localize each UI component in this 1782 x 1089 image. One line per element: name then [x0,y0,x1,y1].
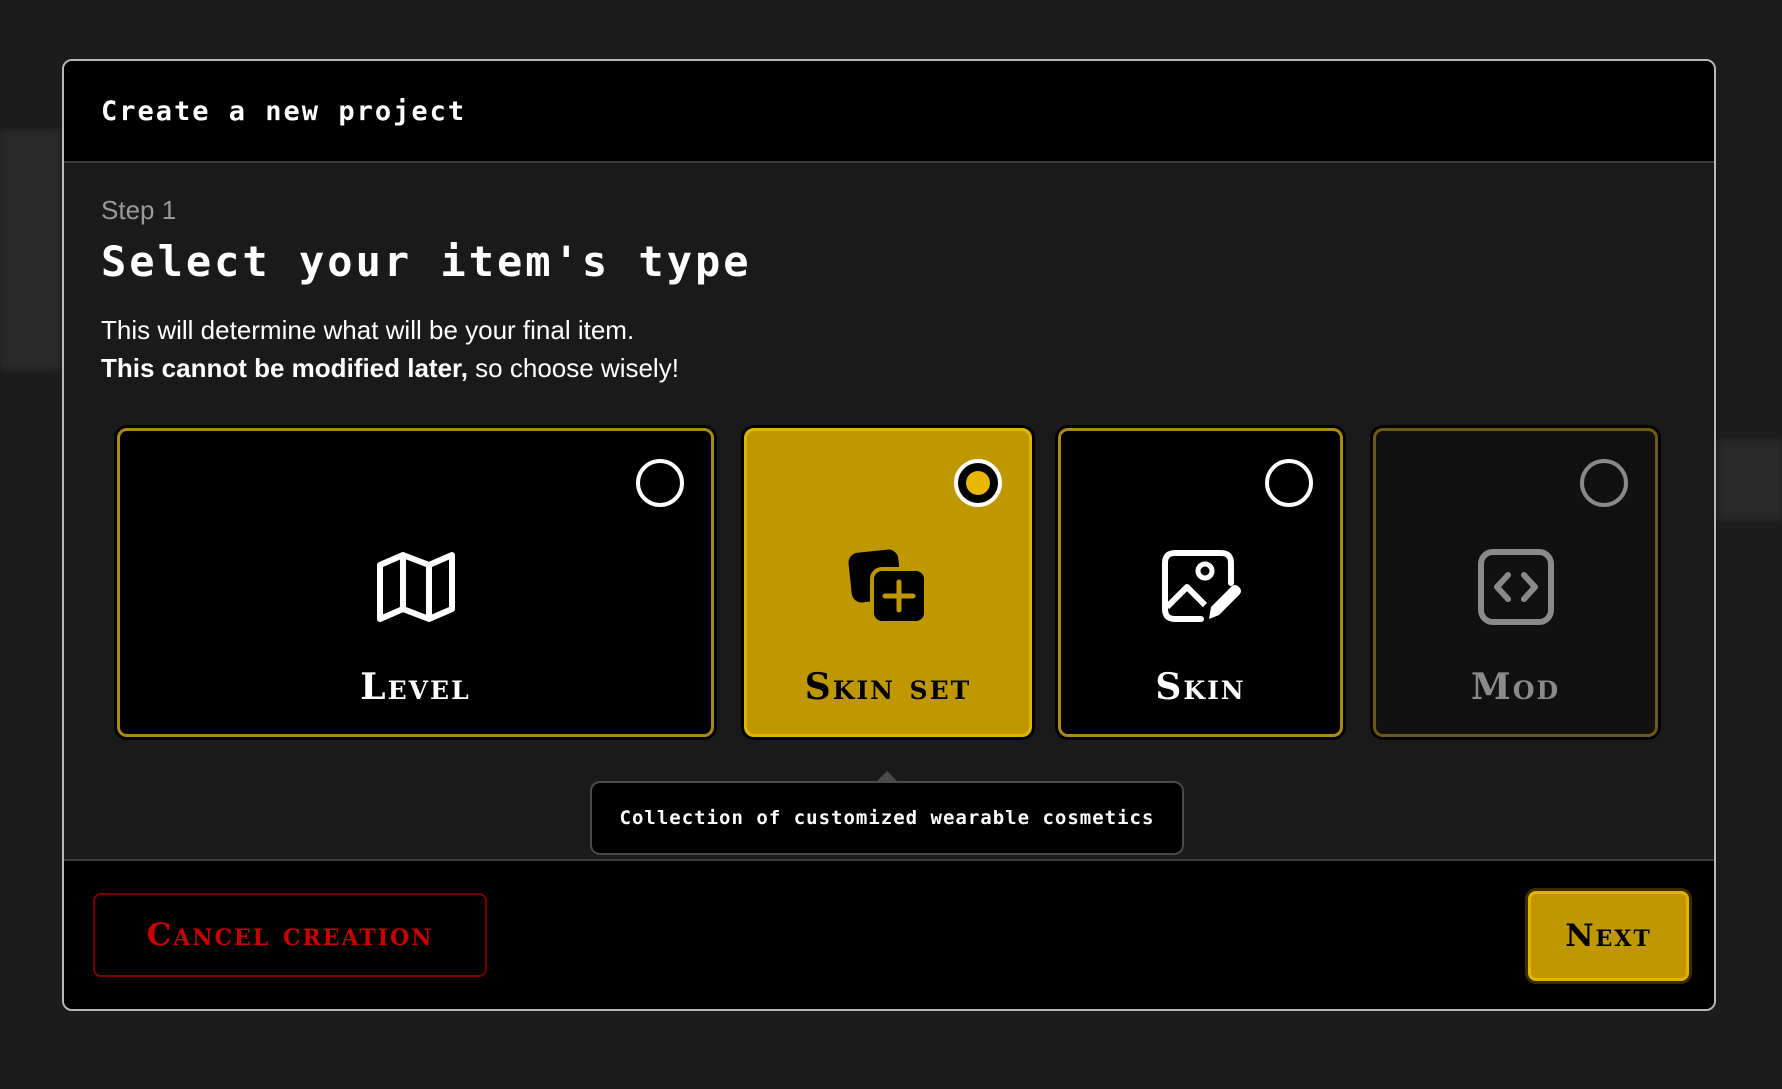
cancel-creation-button[interactable]: Cancel creation [93,893,487,977]
dialog-title: Create a new project [101,95,467,127]
description-warning: This cannot be modified later, so choose… [101,349,679,387]
card-label: Level [360,666,471,708]
card-label: Skin [1155,666,1246,708]
background-panel [1718,440,1782,520]
description: This will determine what will be your fi… [101,311,679,387]
image-edit-icon [1161,550,1241,622]
item-type-card-skin[interactable]: Skin [1058,428,1343,737]
dialog-footer: Cancel creation Next [64,859,1714,1009]
dialog-body: Step 1 Select your item's type This will… [64,163,1714,861]
background-panel [0,130,60,370]
map-icon [376,552,455,622]
tooltip-text: Collection of customized wearable cosmet… [619,807,1155,829]
add-layers-icon [848,549,928,625]
radio-button[interactable] [636,459,684,507]
warning-bold-text: This cannot be modified later, [101,353,468,383]
item-type-card-level[interactable]: Level [117,428,714,737]
item-type-card-mod[interactable]: Mod [1373,428,1658,737]
next-button[interactable]: Next [1528,891,1689,981]
page-title: Select your item's type [101,237,752,286]
radio-button[interactable] [1265,459,1313,507]
description-line: This will determine what will be your fi… [101,315,635,345]
warning-rest-text: so choose wisely! [467,353,679,383]
radio-button-disabled[interactable] [1580,459,1628,507]
step-label: Step 1 [101,195,177,225]
dialog-header: Create a new project [64,61,1714,163]
radio-button-selected[interactable] [954,459,1002,507]
card-label: Skin set [804,666,972,708]
item-type-tooltip: Collection of customized wearable cosmet… [590,781,1184,855]
create-project-dialog: Create a new project Step 1 Select your … [62,59,1716,1011]
item-type-card-skin-set[interactable]: Skin set [744,428,1032,737]
code-icon [1477,549,1554,625]
card-label: Mod [1470,666,1561,708]
